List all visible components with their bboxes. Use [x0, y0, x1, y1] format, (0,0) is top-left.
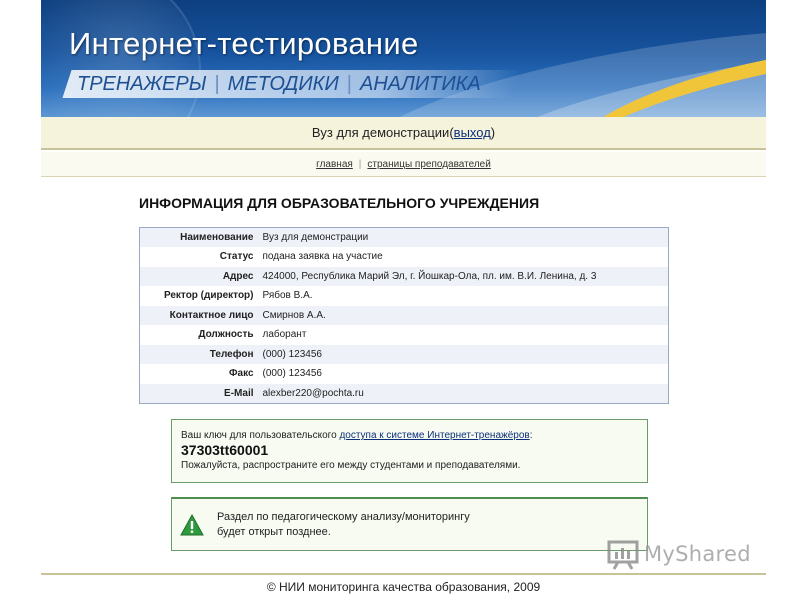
- table-row: E-Mail alexber220@pochta.ru: [139, 383, 669, 403]
- notice-line-1: Раздел по педагогическому анализу/монито…: [217, 511, 470, 523]
- main-nav: ТРЕНАЖЕРЫ | МЕТОДИКИ | АНАЛИТИКА: [77, 71, 481, 97]
- nav-item-analytics[interactable]: АНАЛИТИКА: [360, 73, 481, 96]
- page-title: ИНФОРМАЦИЯ ДЛЯ ОБРАЗОВАТЕЛЬНОГО УЧРЕЖДЕН…: [139, 195, 540, 211]
- nav-separator: |: [214, 72, 220, 95]
- institution-info-table: Наименование Вуз для демонстрации Статус…: [139, 227, 669, 404]
- row-label: E-Mail: [139, 383, 260, 403]
- home-link[interactable]: главная: [316, 159, 353, 170]
- logout-link[interactable]: выход: [454, 125, 491, 140]
- paren-close: ): [490, 125, 496, 140]
- site-title: Интернет-тестирование: [69, 26, 419, 61]
- notice-box: Раздел по педагогическому анализу/монито…: [171, 497, 648, 551]
- table-row: Наименование Вуз для демонстрации: [139, 227, 669, 247]
- warning-triangle-icon: [180, 513, 204, 536]
- presentation-board-icon: [607, 540, 639, 570]
- row-value: Вуз для демонстрации: [259, 227, 669, 247]
- key-note: Пожалуйста, распространите его между сту…: [181, 460, 521, 471]
- access-key-box: Ваш ключ для пользовательского доступа к…: [171, 419, 648, 483]
- row-label: Телефон: [139, 344, 260, 364]
- watermark-text: MyShared: [644, 542, 751, 566]
- site-header: Интернет-тестирование ТРЕНАЖЕРЫ | МЕТОДИ…: [41, 0, 766, 117]
- footer-divider: [41, 573, 766, 575]
- notice-line-2: будет открыт позднее.: [217, 526, 331, 538]
- row-label: Факс: [139, 364, 260, 384]
- row-value: (000) 123456: [259, 364, 669, 384]
- table-row: Адрес 424000, Республика Марий Эл, г. Йо…: [139, 266, 669, 286]
- org-bar: Вуз для демонстрации (выход): [41, 117, 766, 150]
- table-row: Ректор (директор) Рябов В.А.: [139, 286, 669, 306]
- row-label: Наименование: [139, 227, 260, 247]
- trainer-access-link[interactable]: доступа к системе Интернет-тренажёров: [339, 430, 529, 441]
- row-label: Ректор (директор): [139, 286, 260, 306]
- row-value: Рябов В.А.: [259, 286, 669, 306]
- row-value: подана заявка на участие: [259, 247, 669, 267]
- table-row: Статус подана заявка на участие: [139, 247, 669, 267]
- row-value: 424000, Республика Марий Эл, г. Йошкар-О…: [259, 266, 669, 286]
- row-value: Смирнов А.А.: [259, 305, 669, 325]
- sub-nav: главная | страницы преподавателей: [41, 152, 766, 177]
- nav-item-trainers[interactable]: ТРЕНАЖЕРЫ: [77, 73, 206, 96]
- row-label: Должность: [139, 325, 260, 345]
- row-value: alexber220@pochta.ru: [259, 383, 669, 403]
- row-value: лаборант: [259, 325, 669, 345]
- subnav-divider: |: [358, 158, 362, 170]
- org-name: Вуз для демонстрации: [311, 125, 450, 140]
- table-row: Должность лаборант: [139, 325, 669, 345]
- nav-separator: |: [346, 72, 352, 95]
- access-key-code: 37303tt60001: [181, 442, 269, 458]
- table-row: Факс (000) 123456: [139, 364, 669, 384]
- watermark-logo: MyShared: [606, 537, 751, 571]
- key-intro-end: :: [529, 430, 533, 441]
- footer-copyright: © НИИ мониторинга качества образования, …: [266, 580, 541, 594]
- row-value: (000) 123456: [259, 344, 669, 364]
- row-label: Статус: [139, 247, 260, 267]
- notice-text: Раздел по педагогическому анализу/монито…: [217, 510, 517, 540]
- table-row: Телефон (000) 123456: [139, 344, 669, 364]
- key-intro-text: Ваш ключ для пользовательского: [181, 430, 340, 441]
- table-row: Контактное лицо Смирнов А.А.: [139, 305, 669, 325]
- row-label: Контактное лицо: [139, 305, 260, 325]
- nav-item-methods[interactable]: МЕТОДИКИ: [228, 73, 339, 96]
- key-intro-line: Ваш ключ для пользовательского доступа к…: [181, 430, 638, 441]
- row-label: Адрес: [139, 266, 260, 286]
- teachers-pages-link[interactable]: страницы преподавателей: [367, 159, 490, 170]
